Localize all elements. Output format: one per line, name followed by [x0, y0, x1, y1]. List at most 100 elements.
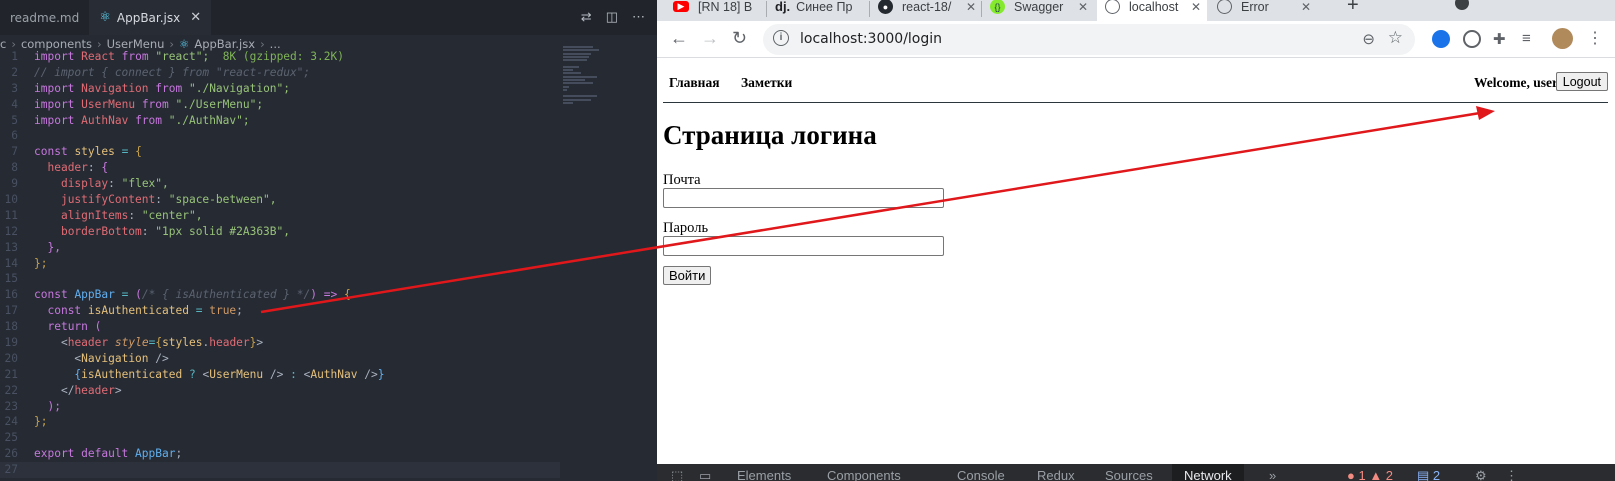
line-number: 9: [11, 177, 18, 191]
nav-link-home[interactable]: Главная: [669, 75, 720, 91]
line-number: 18: [4, 320, 18, 334]
address-bar[interactable]: i localhost:3000/login ⊖ ☆: [763, 24, 1415, 55]
zoom-icon[interactable]: ⊖: [1362, 30, 1375, 48]
editor-tab-bar: readme.md ⚛ AppBar.jsx ✕: [0, 0, 657, 35]
menu-dots-icon[interactable]: ⋮: [1505, 468, 1518, 481]
compare-icon[interactable]: ⇄: [581, 9, 592, 25]
browser-tab[interactable]: dj. Синее Пр: [767, 0, 870, 21]
split-editor-icon[interactable]: ◫: [606, 9, 618, 25]
line-number: 27: [4, 463, 18, 477]
editor-actions: ⇄ ◫ ⋯: [581, 9, 645, 25]
browser-window: ▶ [RN 18] B dj. Синее Пр ● react-18/ ✕ {…: [657, 0, 1615, 481]
code-line: 13 },: [0, 240, 560, 256]
react-icon: ⚛: [99, 10, 111, 25]
browser-tab[interactable]: Error ✕: [1209, 0, 1317, 21]
media-control-icon[interactable]: ≡: [1522, 30, 1531, 47]
browser-toolbar: ← → ↻ i localhost:3000/login ⊖ ☆ ✚ ≡ ⋮: [657, 21, 1615, 58]
dj-icon: dj.: [775, 0, 791, 14]
tab-appbar[interactable]: ⚛ AppBar.jsx ✕: [89, 0, 212, 35]
close-icon[interactable]: ✕: [966, 0, 976, 14]
browser-tab[interactable]: ● react-18/ ✕: [870, 0, 982, 21]
code-line: 3 import Navigation from "./Navigation";: [0, 81, 560, 97]
code-line: 12 borderBottom: "1px solid #2A363B",: [0, 224, 560, 240]
extension-sync-icon[interactable]: [1463, 30, 1481, 48]
line-number: 1: [11, 50, 18, 63]
tab-network[interactable]: Network: [1172, 464, 1244, 481]
tab-sources[interactable]: Sources: [1105, 468, 1153, 481]
editor-scrollbar[interactable]: [649, 50, 657, 481]
avatar[interactable]: [1552, 28, 1573, 49]
code-line: 4 import UserMenu from "./UserMenu";: [0, 97, 560, 113]
code-line: 22 </header>: [0, 383, 560, 399]
extension-infinity-icon[interactable]: [1432, 30, 1450, 48]
code-line: 6: [0, 128, 560, 144]
close-icon[interactable]: ✕: [1191, 0, 1201, 14]
code-line: 8 header: {: [0, 160, 560, 176]
tab-label: AppBar.jsx: [116, 10, 181, 25]
more-icon[interactable]: ⋯: [632, 9, 645, 25]
line-number: 10: [4, 193, 18, 207]
back-icon[interactable]: ←: [670, 28, 688, 49]
menu-dots-icon[interactable]: ⋮: [1587, 28, 1603, 48]
line-number: 12: [4, 224, 18, 238]
browser-tab-label: localhost: [1129, 0, 1179, 14]
code-line: 16 const AppBar = (/* { isAuthenticated }…: [0, 287, 560, 303]
info-icon[interactable]: i: [773, 30, 789, 46]
browser-tab-label: Error: [1241, 0, 1269, 14]
password-field[interactable]: [663, 236, 944, 256]
tab-readme[interactable]: readme.md: [0, 0, 89, 35]
error-count-badge[interactable]: ● 1 ▲ 2: [1347, 468, 1393, 481]
login-button[interactable]: Войти: [663, 266, 712, 285]
code-line: 7 const styles = {: [0, 144, 560, 160]
issues-badge[interactable]: ▤ 2: [1417, 468, 1440, 481]
welcome-text: Welcome, user: [1474, 75, 1558, 90]
code-area[interactable]: 1 import React from "react"; 8K (gzipped:…: [0, 49, 560, 479]
line-number: 17: [4, 304, 18, 318]
nav-link-notes[interactable]: Заметки: [741, 75, 792, 91]
line-number: 21: [4, 367, 18, 381]
logout-button[interactable]: Logout: [1555, 72, 1608, 91]
browser-tab[interactable]: ▶ [RN 18] B: [665, 0, 767, 21]
device-toolbar-icon[interactable]: ▭: [699, 468, 711, 481]
extensions-puzzle-icon[interactable]: ✚: [1493, 30, 1506, 48]
code-line: 25: [0, 430, 560, 446]
youtube-icon: ▶: [673, 1, 689, 12]
browser-tab-label: Swagger: [1014, 0, 1064, 14]
close-icon[interactable]: ✕: [190, 10, 201, 25]
swagger-icon: {}: [990, 0, 1005, 14]
url-text[interactable]: localhost:3000/login: [800, 31, 942, 47]
reload-icon[interactable]: ↻: [732, 28, 747, 49]
line-number: 20: [4, 351, 18, 365]
forward-icon[interactable]: →: [701, 28, 719, 49]
code-line: 17 const isAuthenticated = true;: [0, 303, 560, 319]
tab-components[interactable]: Components: [827, 468, 901, 481]
tab-elements[interactable]: Elements: [737, 468, 791, 481]
tab-console[interactable]: Console: [957, 468, 1005, 481]
inspect-icon[interactable]: ⬚: [671, 468, 683, 481]
tab-search-icon[interactable]: [1455, 0, 1469, 10]
line-number: 15: [4, 272, 18, 286]
bookmark-star-icon[interactable]: ☆: [1388, 28, 1403, 48]
new-tab-icon[interactable]: +: [1347, 0, 1359, 17]
gear-icon[interactable]: ⚙: [1475, 468, 1487, 481]
browser-tab[interactable]: {} Swagger ✕: [982, 0, 1094, 21]
code-line: 24};: [0, 414, 560, 430]
minimap[interactable]: [563, 46, 605, 106]
line-number: 26: [4, 447, 18, 461]
close-icon[interactable]: ✕: [1078, 0, 1088, 14]
code-line: 1 import React from "react"; 8K (gzipped:…: [0, 49, 560, 65]
email-field[interactable]: [663, 188, 944, 208]
browser-tab-label: [RN 18] B: [698, 0, 753, 14]
more-tabs-icon[interactable]: »: [1269, 468, 1276, 481]
close-icon[interactable]: ✕: [1301, 0, 1311, 14]
import-cost-hint: 8K (gzipped: 3.2K): [222, 50, 344, 63]
page-title: Страница логина: [663, 120, 877, 150]
tab-label: readme.md: [10, 10, 80, 25]
browser-tab-active[interactable]: localhost ✕: [1097, 0, 1207, 21]
code-line: 15: [0, 271, 560, 287]
web-page: Главная Заметки Welcome, user Logout Стр…: [657, 58, 1615, 450]
code-line: 2// import { connect } from "react-redux…: [0, 65, 560, 81]
line-number: 25: [4, 431, 18, 445]
tab-redux[interactable]: Redux: [1037, 468, 1075, 481]
line-number: 22: [4, 383, 18, 397]
